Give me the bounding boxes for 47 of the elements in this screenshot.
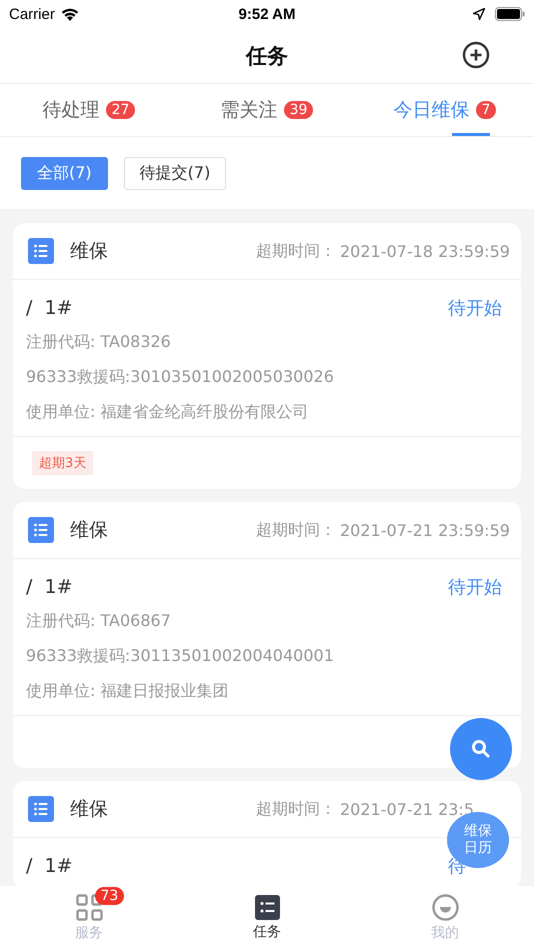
filter-chip[interactable]: 待提交(7) <box>124 156 226 190</box>
location-arrow-icon <box>473 8 485 20</box>
smiley-icon <box>432 894 458 921</box>
tab-bar-item[interactable]: 任务 <box>178 886 356 950</box>
count-badge: 7 <box>476 101 496 119</box>
list-icon <box>28 517 54 543</box>
wifi-icon <box>60 8 79 20</box>
carrier-text: Carrier <box>9 6 55 22</box>
count-badge: 73 <box>94 887 124 905</box>
info-text: 注册代码: TA06867 <box>26 610 172 632</box>
page-title: 任务 <box>246 42 288 70</box>
task-type: 维保 <box>70 239 109 264</box>
overdue-tag: 超期3天 <box>32 451 94 475</box>
info-text: 使用单位: 福建日报报业集团 <box>26 680 230 702</box>
info-text: 96333救援码:30113501002004040001 <box>26 645 335 667</box>
add-icon[interactable] <box>462 41 490 69</box>
list-icon <box>28 796 54 822</box>
status-text: 待开始 <box>448 296 503 320</box>
task-card[interactable]: 维保 超期时间： 2021-07-18 23:59:59 / 1# 待开始 注册代码: TA08326 96333救援码:30103501002005030026 使用单位: 福建省金纶高纤股份有限公司 超期3天 <box>13 223 521 489</box>
info-text: 注册代码: TA08326 <box>26 331 172 353</box>
status-text: 待开始 <box>448 576 503 598</box>
battery-icon <box>495 7 525 21</box>
tab-bar-item[interactable]: 73 服务 <box>0 886 178 950</box>
tab[interactable]: 待处理 27 <box>0 84 178 136</box>
count-badge: 39 <box>284 101 314 119</box>
tab[interactable]: 需关注 39 <box>178 84 356 136</box>
deadline-label: 超期时间： <box>256 520 336 540</box>
deadline-time: 2021-07-21 23:59:59 <box>340 520 508 540</box>
deadline-label: 超期时间： <box>256 240 336 262</box>
search-icon <box>471 739 491 759</box>
grid-icon <box>76 894 102 921</box>
count-badge: 27 <box>106 101 136 119</box>
clock-time: 9:52 AM <box>238 6 296 22</box>
device-name: / 1# <box>26 296 72 318</box>
tab[interactable]: 今日维保 7 <box>356 84 534 136</box>
task-type: 维保 <box>70 797 109 822</box>
task-card[interactable]: 维保 超期时间： 2021-07-21 23:59:59 / 1# 待开始 注册代码: TA06867 96333救援码:30113501002004040001 使用单位: 福建日报报业集团 <box>13 502 521 768</box>
list-icon <box>254 895 280 920</box>
device-name: / 1# <box>26 854 72 876</box>
info-text: 96333救援码:30103501002005030026 <box>26 366 335 388</box>
device-name: / 1# <box>26 576 72 598</box>
task-type: 维保 <box>70 518 109 543</box>
deadline-time: 2021-07-18 23:59:59 <box>340 242 508 260</box>
info-text: 使用单位: 福建省金纶高纤股份有限公司 <box>26 401 310 423</box>
list-icon <box>28 238 54 264</box>
deadline-label: 超期时间： <box>256 798 336 820</box>
filter-chip[interactable]: 全部(7) <box>21 156 108 190</box>
